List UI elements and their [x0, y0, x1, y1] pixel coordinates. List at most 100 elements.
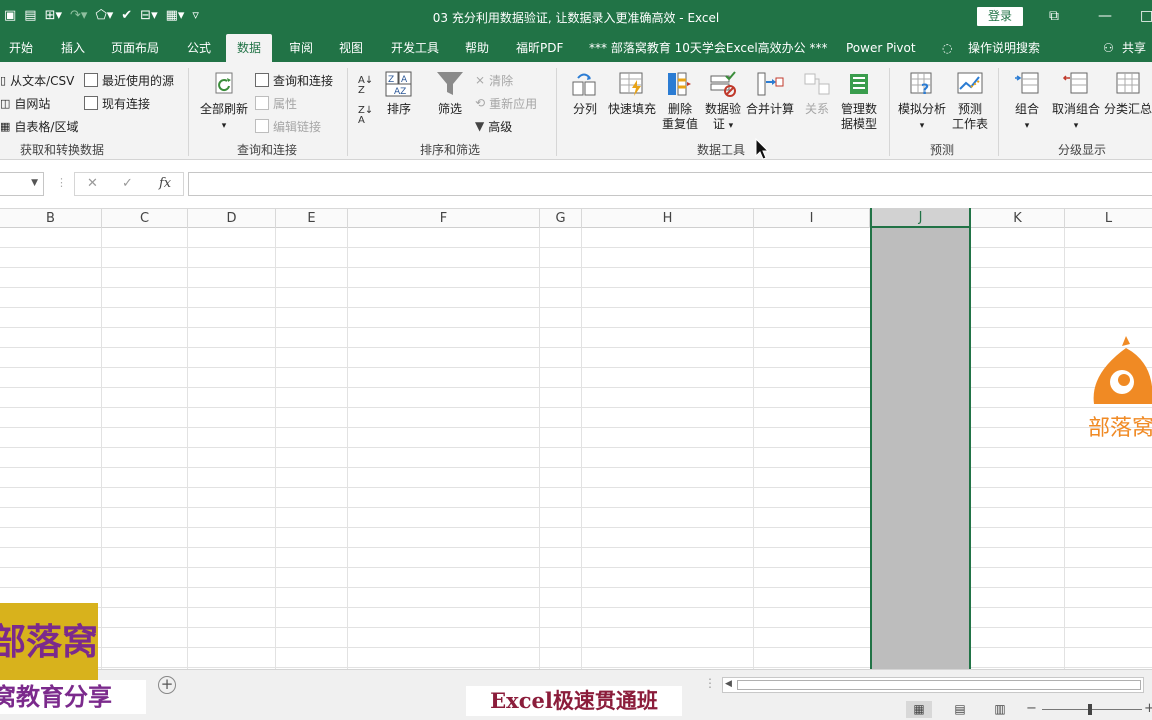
tab-review[interactable]: 审阅 — [289, 34, 313, 62]
remove-duplicates-button[interactable]: 删除 重复值 — [661, 70, 699, 132]
sort-descending-button[interactable]: Z↓ A — [358, 106, 373, 126]
grid-icon[interactable]: ⊞▾ — [45, 8, 62, 24]
worksheet-grid[interactable] — [0, 228, 1152, 669]
filter-button[interactable]: 筛选 — [432, 70, 468, 117]
format-painter-icon[interactable]: ✔ — [121, 8, 132, 24]
page-layout-view-icon[interactable]: ▤ — [947, 701, 973, 718]
edit-links-button[interactable]: 编辑链接 — [255, 116, 321, 136]
horizontal-scrollbar[interactable]: ◀ — [722, 677, 1144, 693]
ungroup-button[interactable]: 取消组合 ▾ — [1050, 70, 1102, 134]
advanced-filter-button[interactable]: ▼ 高级 — [475, 116, 512, 136]
forecast-sheet-button[interactable]: 预测 工作表 — [951, 70, 989, 132]
color-fill-icon[interactable]: ▦▾ — [166, 8, 185, 24]
manage-data-model-button[interactable]: 管理数 据模型 — [839, 70, 879, 132]
tab-insert[interactable]: 插入 — [61, 34, 85, 62]
formula-input[interactable] — [188, 172, 1152, 196]
formula-bar-grip-icon[interactable]: ⋮ — [56, 176, 67, 189]
maximize-icon[interactable]: □ — [1140, 6, 1152, 26]
subtotal-button[interactable]: 分类汇总 — [1104, 70, 1152, 117]
subtotal-icon — [1113, 70, 1143, 98]
form-icon[interactable]: ▤ — [24, 8, 36, 24]
zoom-knob[interactable] — [1088, 704, 1092, 715]
minimize-icon[interactable]: — — [1098, 6, 1112, 26]
cancel-icon[interactable]: ✕ — [87, 176, 98, 191]
tab-help[interactable]: 帮助 — [465, 34, 489, 62]
text-to-columns-button[interactable]: 分列 — [568, 70, 602, 117]
sort-button[interactable]: Z A AZ 排序 — [383, 70, 415, 117]
tab-page-layout[interactable]: 页面布局 — [111, 34, 159, 62]
column-header-l[interactable]: L — [1065, 209, 1152, 228]
column-header-d[interactable]: D — [188, 209, 276, 228]
gridline — [347, 228, 348, 669]
tell-me-search[interactable]: 操作说明搜索 — [968, 34, 1040, 62]
column-header-f[interactable]: F — [348, 209, 540, 228]
sort-ascending-button[interactable]: A↓ Z — [358, 76, 373, 96]
selected-column-j[interactable]: J — [870, 208, 971, 669]
column-header-k[interactable]: K — [971, 209, 1065, 228]
normal-view-icon[interactable]: ▦ — [906, 701, 932, 718]
name-box-dropdown-icon[interactable]: ▼ — [31, 178, 38, 188]
redo-icon[interactable]: ↷▾ — [70, 8, 87, 24]
flash-fill-button[interactable]: 快速填充 — [607, 70, 657, 117]
existing-connections-icon — [84, 96, 98, 110]
scroll-left-icon[interactable]: ◀ — [725, 679, 732, 689]
what-if-analysis-button[interactable]: ? 模拟分析 ▾ — [896, 70, 948, 134]
column-header-i[interactable]: I — [754, 209, 870, 228]
scroll-split-grip-icon[interactable]: ⋮ — [704, 676, 716, 690]
from-web-button[interactable]: ◫ 自网站 — [0, 93, 50, 113]
tab-buluowo[interactable]: *** 部落窝教育 10天学会Excel高效办公 *** — [589, 34, 828, 62]
reapply-button[interactable]: ⟲ 重新应用 — [475, 93, 537, 113]
formula-buttons: ✕ ✓ fx — [74, 172, 184, 196]
group-button[interactable]: 组合 ▾ — [1010, 70, 1044, 134]
add-sheet-button[interactable]: + — [158, 676, 176, 694]
column-header-e[interactable]: E — [276, 209, 348, 228]
clear-filter-button[interactable]: ⨯ 清除 — [475, 70, 513, 90]
column-header-g[interactable]: G — [540, 209, 582, 228]
column-header-h[interactable]: H — [582, 209, 754, 228]
svg-text:A: A — [401, 75, 408, 85]
tab-formulas[interactable]: 公式 — [187, 34, 211, 62]
tab-data[interactable]: 数据 — [226, 34, 273, 62]
shape-icon[interactable]: ⬠▾ — [95, 8, 113, 24]
ribbon-separator — [188, 68, 189, 156]
name-box[interactable]: ▼ — [0, 172, 44, 196]
customize-qat-icon[interactable]: ▿ — [192, 8, 199, 24]
insert-function-icon[interactable]: fx — [159, 176, 171, 191]
queries-connections-button[interactable]: 查询和连接 — [255, 70, 333, 90]
refresh-all-button[interactable]: 全部刷新 ▾ — [198, 70, 250, 134]
zoom-slider[interactable]: − + — [1026, 701, 1152, 718]
enter-icon[interactable]: ✓ — [122, 176, 133, 191]
group-label-outline: 分级显示 — [1058, 143, 1107, 157]
tab-power-pivot[interactable]: Power Pivot — [846, 34, 916, 62]
relationships-button[interactable]: 关系 — [800, 70, 834, 117]
share-button[interactable]: 共享 — [1122, 34, 1146, 62]
tab-developer[interactable]: 开发工具 — [391, 34, 439, 62]
column-header-c[interactable]: C — [102, 209, 188, 228]
properties-icon — [255, 96, 269, 110]
group-label-get-data: 获取和转换数据 — [20, 143, 105, 157]
page-break-view-icon[interactable]: ▥ — [987, 701, 1013, 718]
from-table-button[interactable]: ▦ 自表格/区域 — [0, 116, 78, 136]
tab-home[interactable]: 开始 — [9, 34, 33, 62]
existing-connections-button[interactable]: 现有连接 — [84, 93, 150, 113]
sort-icon: Z A AZ — [384, 70, 414, 98]
data-model-icon — [844, 70, 874, 98]
tab-view[interactable]: 视图 — [339, 34, 363, 62]
zoom-track[interactable] — [1042, 709, 1142, 710]
zoom-in-icon[interactable]: + — [1144, 701, 1152, 716]
gridline — [753, 228, 754, 669]
tab-foxit-pdf[interactable]: 福昕PDF — [516, 34, 563, 62]
zoom-out-icon[interactable]: − — [1026, 701, 1037, 716]
properties-button[interactable]: 属性 — [255, 93, 297, 113]
column-header-j[interactable]: J — [872, 208, 969, 228]
table-icon[interactable]: ⊟▾ — [140, 8, 157, 24]
data-validation-button[interactable]: 数据验证 ▾ — [703, 70, 743, 134]
scrollbar-thumb[interactable] — [737, 680, 1141, 690]
from-text-csv-button[interactable]: ▯ 从文本/CSV — [0, 70, 74, 90]
recent-sources-button[interactable]: 最近使用的源 — [84, 70, 174, 90]
login-button[interactable]: 登录 — [977, 7, 1023, 26]
save-icon[interactable]: ▣ — [4, 8, 16, 24]
column-header-b[interactable]: B — [0, 209, 102, 228]
ribbon-display-icon[interactable]: ⧉ — [1049, 6, 1059, 26]
consolidate-button[interactable]: 合并计算 — [745, 70, 795, 117]
